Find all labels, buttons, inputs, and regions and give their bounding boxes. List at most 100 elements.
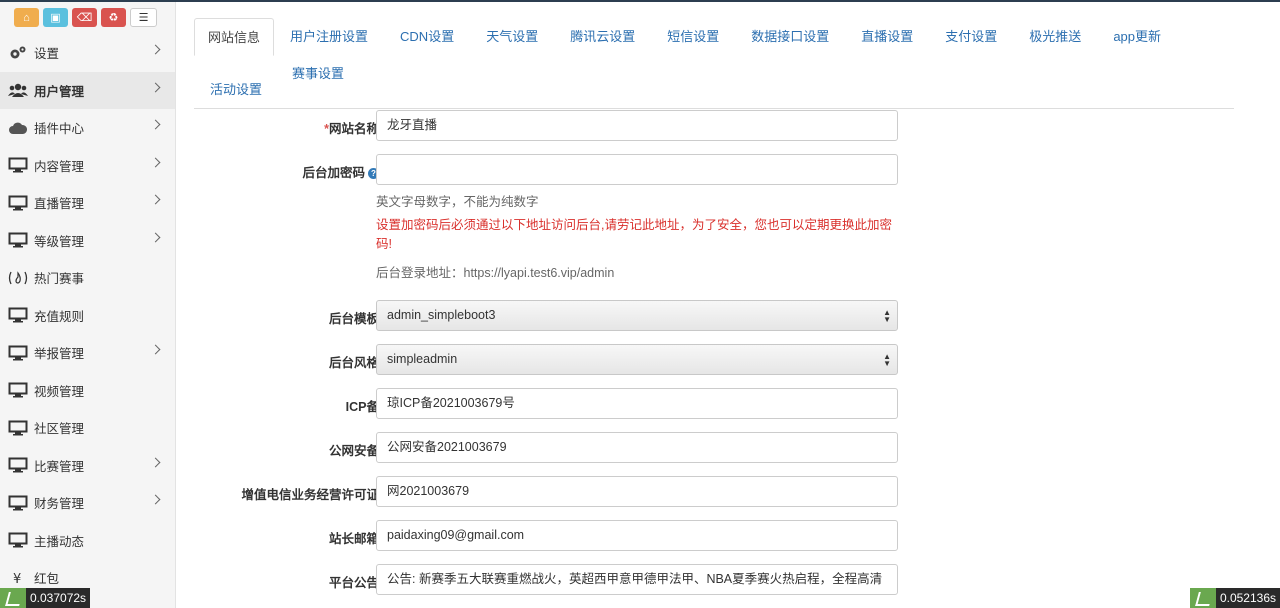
sidebar-item-3[interactable]: 内容管理: [0, 147, 175, 185]
chevron-right-icon: [150, 82, 161, 92]
timer-right: 0.052136s: [1189, 588, 1280, 608]
tab-7[interactable]: 直播设置: [845, 18, 929, 55]
sidebar-item-10[interactable]: 社区管理: [0, 409, 175, 447]
svg-text:¥: ¥: [13, 572, 21, 586]
admin-password-input[interactable]: [376, 154, 898, 185]
tab-3[interactable]: 天气设置: [470, 18, 554, 55]
gears-icon: [8, 45, 28, 61]
trash-icon[interactable]: ⌫: [72, 8, 97, 27]
monitor-icon: [8, 232, 28, 248]
sidebar-item-7[interactable]: 充值规则: [0, 297, 175, 335]
tab-12[interactable]: 赛事设置: [278, 55, 360, 92]
recycle-icon[interactable]: ♻: [101, 8, 126, 27]
sidebar-item-label: 插件中心: [34, 122, 85, 137]
sidebar-item-1[interactable]: 用户管理: [0, 71, 175, 109]
sidebar-item-12[interactable]: 财务管理: [0, 484, 175, 522]
chevron-right-icon: [150, 194, 161, 205]
police-label: 公网安备: [328, 444, 379, 458]
email-label: 站长邮箱: [328, 532, 379, 546]
sidebar-item-label: 内容管理: [34, 159, 85, 174]
home-icon[interactable]: ⌂: [14, 8, 39, 27]
tab-1[interactable]: 用户注册设置: [274, 18, 384, 55]
sidebar-item-6[interactable]: 热门赛事: [0, 259, 175, 297]
timer-left-value: 0.037072s: [30, 591, 87, 605]
sidebar-item-0[interactable]: 设置: [0, 34, 175, 72]
chevron-right-icon: [150, 344, 161, 355]
sidebar-item-11[interactable]: 比赛管理: [0, 447, 175, 485]
admin-login-url: 后台登录地址：https://lyapi.test6.vip/admin: [376, 266, 615, 280]
menu-icon[interactable]: ☰: [130, 8, 157, 27]
sidebar-item-label: 红包: [34, 572, 60, 587]
sidebar-item-label: 热门赛事: [34, 272, 85, 287]
admin-style-label: 后台风格: [328, 356, 379, 370]
admin-password-label: 后台加密码?: [302, 162, 379, 181]
sidebar-item-label: 主播动态: [34, 534, 85, 549]
monitor-icon: [8, 382, 28, 398]
monitor-icon: [8, 495, 28, 511]
site-name-input[interactable]: 龙牙直播: [376, 110, 898, 141]
sidebar-item-label: 充值规则: [34, 309, 85, 324]
tab-9[interactable]: 极光推送: [1013, 18, 1097, 55]
main-content: 网站信息 用户注册设置 CDN设置 天气设置 腾讯云设置 短信设置 数据接口设置 直播设置 支付…: [194, 2, 1280, 608]
chevron-right-icon: [150, 44, 161, 55]
leaf-icon: [0, 588, 26, 608]
select-arrows-icon: ▲ ▼: [883, 308, 891, 324]
sidebar-item-label: 设置: [34, 47, 60, 62]
tab-0[interactable]: 网站信息: [194, 18, 275, 56]
sidebar-item-label: 直播管理: [34, 197, 85, 212]
yen-icon: ¥: [8, 570, 28, 586]
admin-template-label: 后台模板: [328, 312, 379, 326]
timer-right-value: 0.052136s: [1219, 591, 1276, 605]
sidebar-item-label: 比赛管理: [34, 459, 85, 474]
chevron-right-icon: [150, 457, 161, 467]
tab-10[interactable]: app更新: [1097, 18, 1177, 55]
tab-6[interactable]: 数据接口设置: [735, 18, 845, 55]
monitor-icon: [8, 532, 28, 548]
sidebar-item-5[interactable]: 等级管理: [0, 222, 175, 260]
icp-label: ICP备: [345, 400, 379, 414]
cloud-icon: [8, 120, 28, 136]
sidebar-item-4[interactable]: 直播管理: [0, 184, 175, 222]
fire-icon: [8, 270, 28, 286]
chevron-right-icon: [150, 157, 161, 167]
timer-left: 0.037072s: [0, 588, 91, 608]
sidebar-nav: 设置用户管理插件中心内容管理直播管理等级管理热门赛事充值规则举报管理视频管理社区…: [0, 34, 175, 597]
users-icon: [8, 82, 28, 98]
chevron-right-icon: [150, 232, 161, 242]
sidebar-item-label: 等级管理: [34, 234, 85, 249]
tab-2[interactable]: CDN设置: [384, 18, 470, 55]
tab-8[interactable]: 支付设置: [929, 18, 1013, 55]
email-input[interactable]: paidaxing09@gmail.com: [376, 520, 898, 551]
admin-template-select[interactable]: admin_simpleboot3 ▲ ▼: [376, 300, 898, 331]
sidebar: ⌂ ▣ ⌫ ♻ ☰ 设置用户管理插件中心内容管理直播管理等级管理热门赛事充值规则…: [0, 2, 176, 608]
shortcut-bar: ⌂ ▣ ⌫ ♻ ☰: [0, 2, 175, 34]
document-icon[interactable]: ▣: [43, 8, 68, 27]
leaf-icon: [1189, 588, 1216, 608]
sidebar-item-9[interactable]: 视频管理: [0, 372, 175, 410]
police-input[interactable]: 公网安备2021003679: [376, 432, 898, 463]
sidebar-item-label: 财务管理: [34, 497, 85, 512]
chevron-right-icon: [150, 119, 161, 130]
monitor-icon: [8, 420, 28, 436]
tab-11[interactable]: 活动设置: [194, 71, 278, 108]
icp-input[interactable]: 琼ICP备2021003679号: [376, 388, 898, 419]
chevron-right-icon: [150, 494, 161, 505]
sidebar-item-label: 视频管理: [34, 384, 85, 399]
sidebar-item-2[interactable]: 插件中心: [0, 109, 175, 147]
sidebar-item-label: 用户管理: [34, 84, 85, 99]
admin-style-select[interactable]: simpleadmin ▲ ▼: [376, 344, 898, 375]
tab-5[interactable]: 短信设置: [651, 18, 735, 55]
site-name-label: *网站名称: [324, 122, 379, 136]
sidebar-item-8[interactable]: 举报管理: [0, 334, 175, 372]
settings-tabs: 网站信息 用户注册设置 CDN设置 天气设置 腾讯云设置 短信设置 数据接口设置 直播设置 支付…: [194, 2, 1234, 109]
sidebar-item-label: 举报管理: [34, 347, 85, 362]
monitor-icon: [8, 345, 28, 361]
admin-password-warning: 设置加密码后必须通过以下地址访问后台,请劳记此地址，为了安全，您也可以定期更换此…: [376, 218, 892, 251]
monitor-icon: [8, 157, 28, 173]
notice-input[interactable]: 公告: 新赛季五大联赛重燃战火，英超西甲意甲德甲法甲、NBA夏季赛火热启程，全程…: [376, 564, 898, 595]
sidebar-item-13[interactable]: 主播动态: [0, 522, 175, 560]
monitor-icon: [8, 195, 28, 211]
notice-label: 平台公告: [328, 576, 379, 590]
tab-4[interactable]: 腾讯云设置: [554, 18, 651, 55]
telecom-license-input[interactable]: 网2021003679: [376, 476, 898, 507]
